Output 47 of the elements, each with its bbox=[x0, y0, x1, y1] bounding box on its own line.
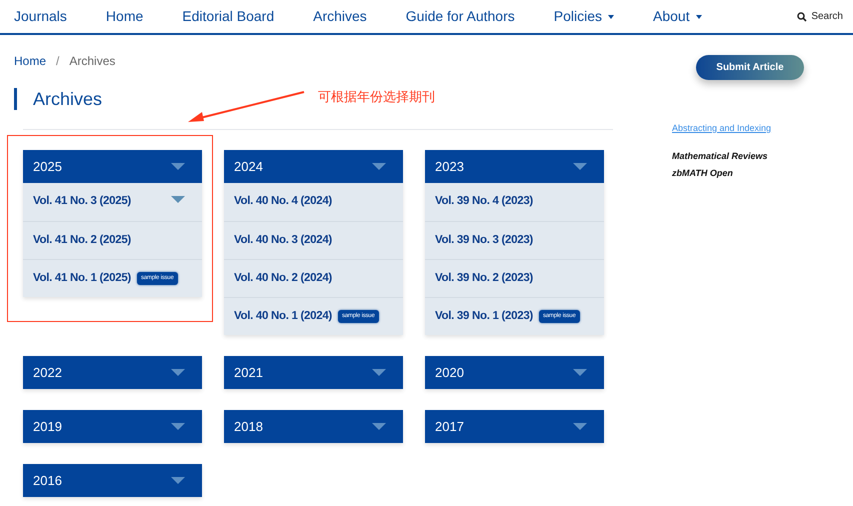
issue-link[interactable]: Vol. 41 No. 3 (2025) bbox=[23, 183, 202, 221]
issue-link[interactable]: Vol. 40 No. 2 (2024) bbox=[224, 259, 403, 297]
nav-link[interactable]: Editorial Board bbox=[182, 6, 274, 27]
year-header[interactable]: 2022 bbox=[23, 356, 202, 389]
caret-icon bbox=[171, 477, 185, 484]
nav-link[interactable]: Home bbox=[106, 6, 144, 27]
page-title: Archives bbox=[33, 88, 102, 110]
issue-link[interactable]: Vol. 39 No. 2 (2023) bbox=[425, 259, 604, 297]
year-header[interactable]: 2018 bbox=[224, 410, 403, 443]
caret-icon bbox=[573, 369, 587, 376]
caret-icon bbox=[171, 369, 185, 376]
annotation-text: 可根据年份选择期刊 bbox=[318, 88, 435, 106]
breadcrumb-link[interactable]: Home bbox=[14, 52, 46, 70]
caret-icon bbox=[171, 163, 185, 170]
year-header[interactable]: 2017 bbox=[425, 410, 604, 443]
search-icon bbox=[797, 12, 808, 22]
year-header[interactable]: 2016 bbox=[23, 464, 202, 497]
nav-link[interactable]: Archives bbox=[313, 6, 367, 27]
caret-icon bbox=[372, 163, 386, 170]
caret-icon bbox=[372, 369, 386, 376]
issue-link[interactable]: Vol. 39 No. 3 (2023) bbox=[425, 221, 604, 259]
caret-icon bbox=[372, 423, 386, 430]
nav-link[interactable]: Journals bbox=[14, 6, 67, 27]
caret-icon bbox=[573, 423, 587, 430]
year-header[interactable]: 2025 bbox=[23, 150, 202, 183]
issue-link[interactable]: Vol. 40 No. 3 (2024) bbox=[224, 221, 403, 259]
abstracting-link[interactable]: Abstracting and Indexing bbox=[672, 122, 772, 136]
year-header[interactable]: 2024 bbox=[224, 150, 403, 183]
year-header[interactable]: 2023 bbox=[425, 150, 604, 183]
caret-icon bbox=[573, 163, 587, 170]
nav-link[interactable]: Guide for Authors bbox=[406, 6, 515, 27]
year-header[interactable]: 2020 bbox=[425, 356, 604, 389]
nav-link[interactable]: About bbox=[653, 6, 702, 27]
submit-article-button[interactable]: Submit Article bbox=[696, 55, 804, 80]
index-name: zbMATH Open bbox=[672, 167, 734, 180]
heading-accent bbox=[14, 88, 17, 110]
year-header[interactable]: 2021 bbox=[224, 356, 403, 389]
nav-link[interactable]: Policies bbox=[554, 6, 614, 27]
issue-link[interactable]: Vol. 41 No. 2 (2025) bbox=[23, 221, 202, 259]
breadcrumb-current: Archives bbox=[69, 53, 116, 70]
year-header[interactable]: 2019 bbox=[23, 410, 202, 443]
issue-link[interactable]: Vol. 39 No. 4 (2023) bbox=[425, 183, 604, 221]
issue-link[interactable]: Vol. 40 No. 4 (2024) bbox=[224, 183, 403, 221]
breadcrumb-separator: / bbox=[56, 53, 60, 70]
search-button[interactable]: Search bbox=[797, 9, 843, 24]
caret-icon bbox=[171, 423, 185, 430]
index-name: Mathematical Reviews bbox=[672, 150, 768, 162]
